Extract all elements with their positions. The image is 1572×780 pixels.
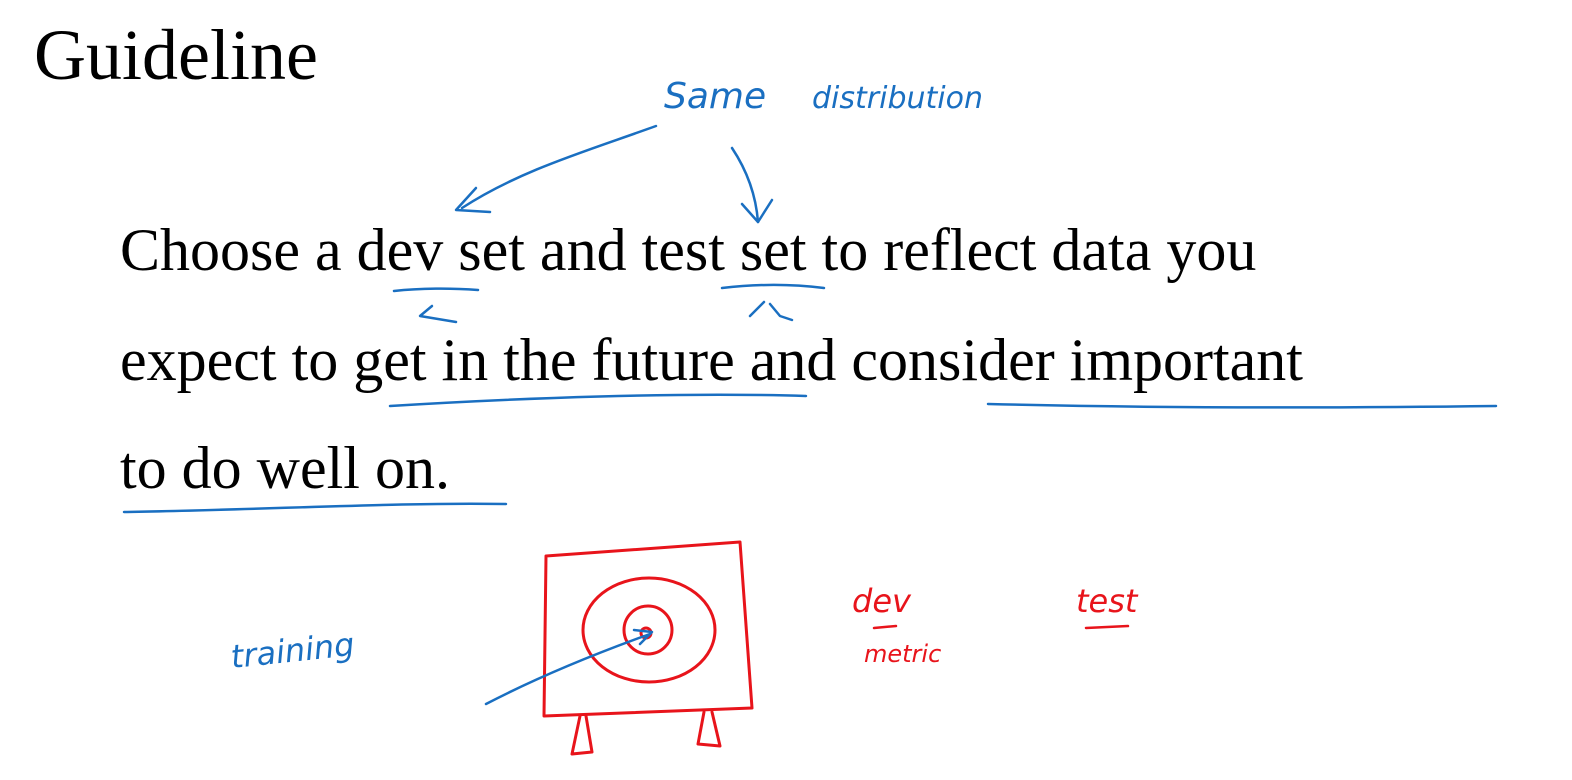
arrowhead-icon — [632, 628, 654, 646]
caret-icon — [418, 304, 458, 324]
future-underline — [388, 393, 808, 408]
arrowhead-icon — [454, 186, 492, 214]
body-line-1: Choose a dev set and test set to reflect… — [120, 215, 1256, 285]
same-note: Same — [664, 76, 766, 117]
important-underline — [986, 402, 1498, 409]
distribution-note: distribution — [812, 81, 983, 116]
dev-underline — [392, 287, 480, 293]
body-text-segment: to do well on. — [120, 435, 450, 501]
dev-word: dev — [356, 217, 444, 283]
easel-leg-right-icon — [696, 710, 722, 748]
dev-note-underline — [872, 624, 898, 630]
target-inner-ring-icon — [622, 604, 674, 656]
metric-note: metric — [864, 640, 941, 668]
caret-icon — [748, 300, 794, 322]
arrow-to-test-icon — [730, 146, 760, 224]
target-bullseye-icon — [639, 626, 653, 640]
body-text-segment: and — [734, 327, 852, 393]
body-text-segment: set to reflect data you — [724, 217, 1257, 283]
easel-leg-left-icon — [570, 714, 594, 756]
future-phrase: get in the future — [353, 327, 735, 393]
body-text-segment: set and — [443, 217, 642, 283]
test-note: test — [1076, 582, 1139, 620]
training-note: training — [229, 625, 356, 676]
well-on-underline — [122, 502, 508, 514]
body-text-segment: Choose a — [120, 217, 357, 283]
test-underline — [720, 283, 826, 290]
body-line-3: to do well on. — [120, 433, 450, 503]
body-line-2: expect to get in the future and consider… — [120, 325, 1303, 395]
test-note-underline — [1084, 624, 1130, 630]
test-word: test — [641, 217, 725, 283]
target-outer-ring-icon — [581, 576, 717, 684]
dev-note: dev — [852, 582, 912, 620]
body-text-segment: expect to — [120, 327, 354, 393]
bullseye-arrow-icon — [484, 632, 652, 706]
easel-board-icon — [542, 540, 754, 718]
slide-title: Guideline — [34, 15, 318, 95]
important-phrase: consider important — [851, 327, 1303, 393]
arrow-to-dev-icon — [460, 124, 658, 210]
